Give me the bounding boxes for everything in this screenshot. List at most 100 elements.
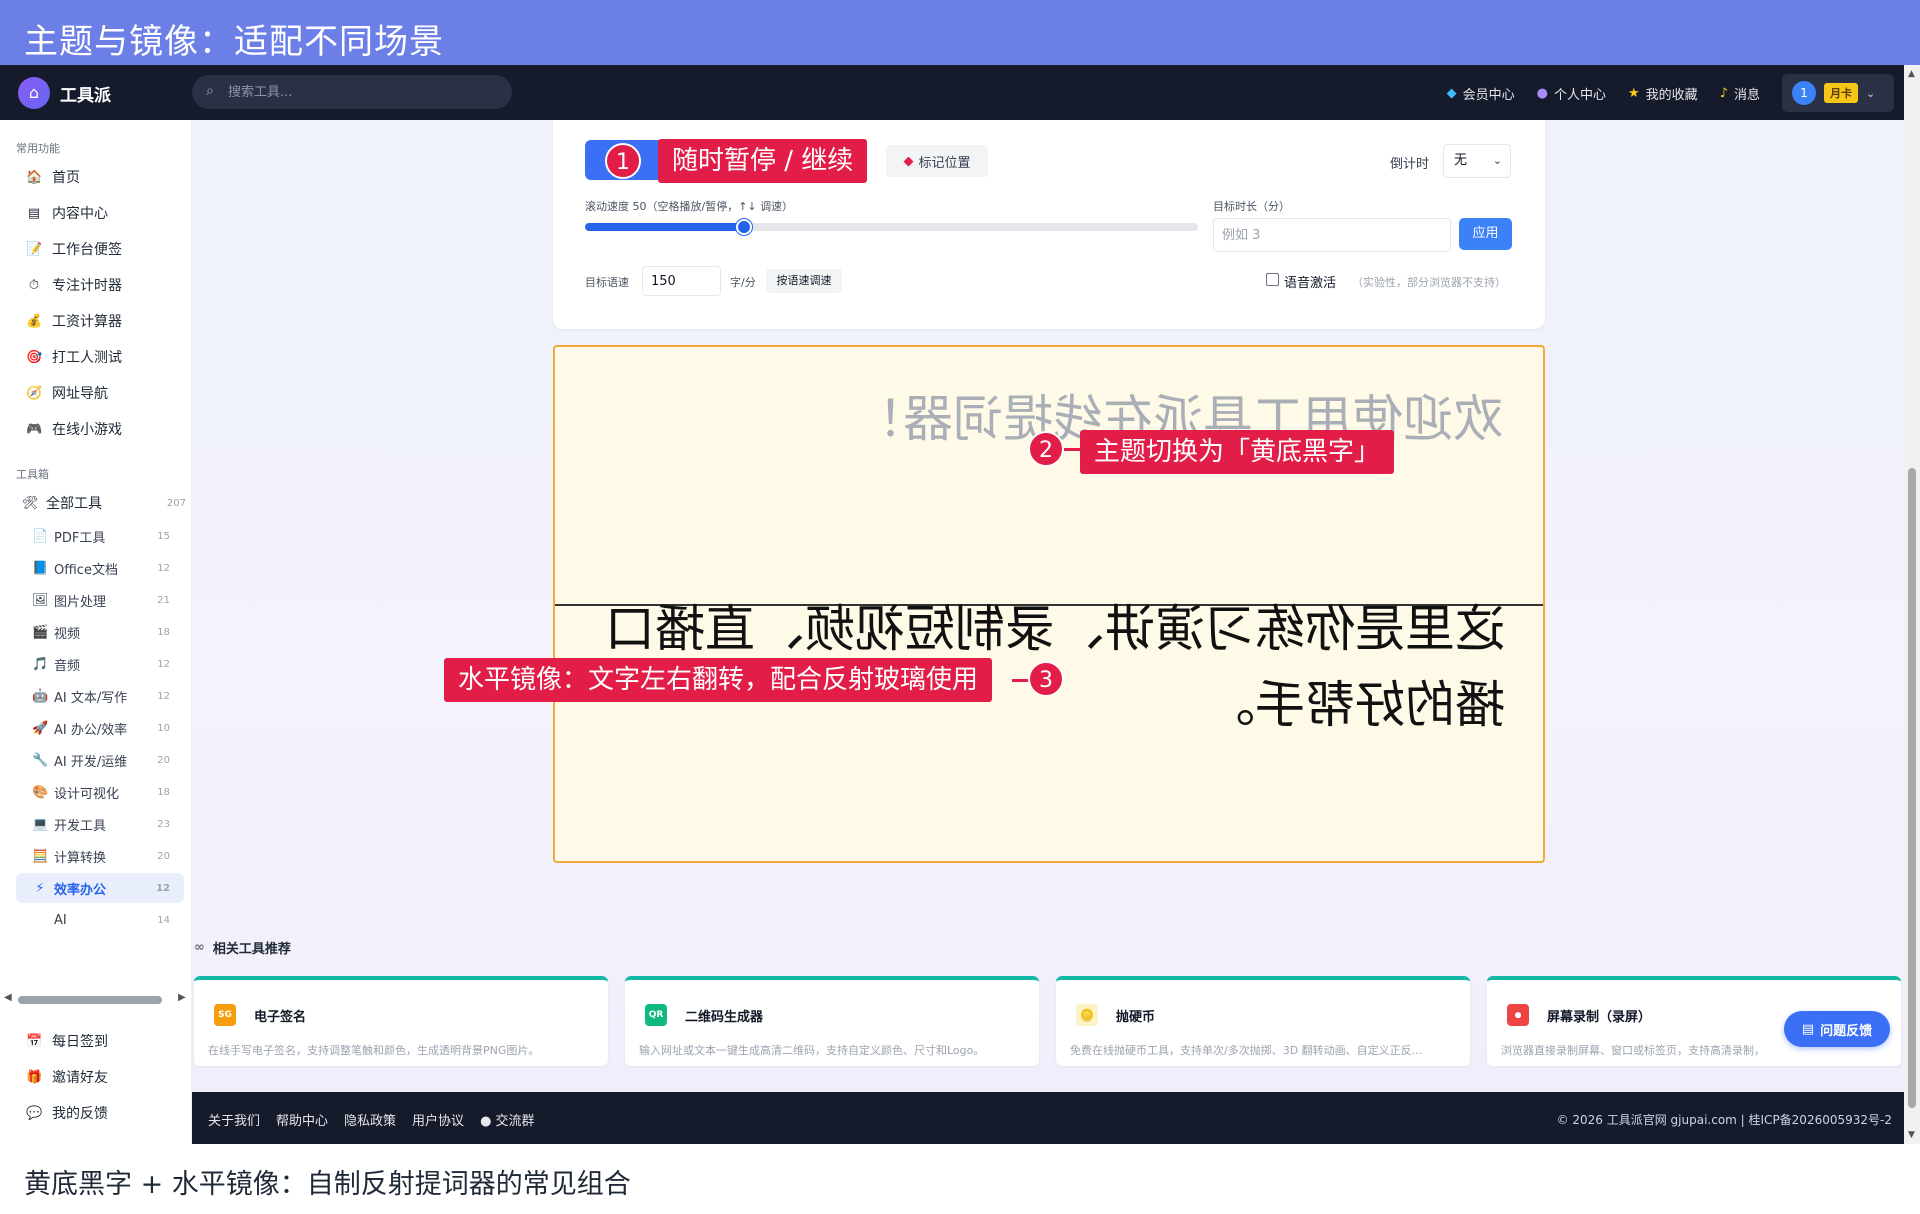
footer-link-group[interactable]: ● 交流群 [480,1110,535,1129]
rate-adjust-button[interactable]: 按语速调速 [766,269,842,293]
top-banner: 主题与镜像：适配不同场景 [0,0,1920,65]
footer-link-agreement[interactable]: 用户协议 [412,1110,464,1129]
sidebar-item-label: 视频 [54,626,81,642]
prompter-display[interactable]: 欢迎使用工具派在线提词器！ 这里是你练习演讲、录制短视频、直播口 播的好帮手。 [553,345,1545,863]
nav-messages[interactable]: ♪ 消息 [1720,84,1760,103]
sidebar-item-ai-writing[interactable]: 🤖 AI 文本/写作 12 [16,681,184,711]
feedback-button[interactable]: ▤ 问题反馈 [1784,1011,1890,1047]
card-title: 电子签名 [254,1010,307,1025]
callout-badge: 2 [1028,431,1064,467]
rate-input[interactable] [642,266,721,296]
sidebar-item-notes[interactable]: 📝 工作台便签 [16,234,184,264]
tool-card-qrcode[interactable]: QR 二维码生成器 输入网址或文本一键生成高清二维码，支持自定义颜色、尺寸和Lo… [625,976,1039,1066]
sidebar-item-calc[interactable]: 🧮 计算转换 20 [16,841,184,871]
lightning-icon: ⚡ [35,880,45,896]
footer: 关于我们 帮助中心 隐私政策 用户协议 ● 交流群 © 2026 工具派官网 g… [192,1092,1904,1144]
sidebar-item-timer[interactable]: ⏱ 专注计时器 [16,270,184,300]
palette-icon: 🎨 [32,784,49,800]
note-icon: 📝 [26,241,43,257]
sidebar-item-feedback[interactable]: 💬 我的反馈 [16,1098,184,1128]
speed-slider[interactable] [585,219,1198,235]
feedback-doc-icon: ▤ [1801,1021,1815,1037]
rate-unit: 字/分 [730,276,756,289]
footer-copyright: © 2026 工具派官网 gjupai.com | 桂ICP备202600593… [1556,1113,1892,1127]
sidebar-item-label: 工作台便签 [52,242,122,258]
sidebar-item-worker-test[interactable]: 🎯 打工人测试 [16,342,184,372]
card-title: 二维码生成器 [685,1010,764,1025]
footer-link-privacy[interactable]: 隐私政策 [344,1110,396,1129]
sidebar-item-home[interactable]: 🏠 首页 [16,162,184,192]
sidebar-item-salary[interactable]: 💰 工资计算器 [16,306,184,336]
robot-icon: 🤖 [32,688,49,704]
sidebar-item-ai-office[interactable]: 🚀 AI 办公/效率 10 [16,713,184,743]
coin-icon: 🪙 [1076,1004,1098,1026]
sidebar-item-label: 每日签到 [52,1034,108,1050]
sidebar-item-url-nav[interactable]: 🧭 网址导航 [16,378,184,408]
sidebar-item-label: AI 办公/效率 [54,722,128,738]
countdown-label: 倒计时 [1390,157,1430,172]
tool-card-signature[interactable]: SG 电子签名 在线手写电子签名，支持调整笔触和颜色，生成透明背景PNG图片。 [194,976,608,1066]
rocket-icon: 🚀 [32,720,49,736]
sidebar-item-checkin[interactable]: 📅 每日签到 [16,1026,184,1056]
scroll-right-icon[interactable]: ▶ [178,992,186,1003]
tool-card-coin-flip[interactable]: 🪙 抛硬币 免费在线抛硬币工具，支持单次/多次抛掷、3D 翻转动画、自定义正反.… [1056,976,1470,1066]
footer-link-help[interactable]: 帮助中心 [276,1110,328,1129]
apply-button[interactable]: 应用 [1459,218,1512,250]
logo-icon[interactable]: ⌂ [18,77,50,109]
nav-member-center[interactable]: ◆ 会员中心 [1447,84,1515,103]
sidebar-item-audio[interactable]: 🎵 音频 12 [16,649,184,679]
speed-slider-fill [585,223,745,231]
nav-personal-center[interactable]: ● 个人中心 [1537,84,1606,103]
countdown-select[interactable]: 无 ⌄ [1443,144,1511,178]
sidebar: 常用功能 🏠 首页 ▤ 内容中心 📝 工作台便签 ⏱ 专注计时器 💰 工资计算器 🎯 打工人… [0,120,192,1144]
page-scrollbar[interactable]: ▲ ▼ [1904,65,1920,1144]
sidebar-item-games[interactable]: 🎮 在线小游戏 [16,414,184,444]
sidebar-item-office[interactable]: 📘 Office文档 12 [16,553,184,583]
scrollbar-thumb[interactable] [1908,468,1916,1108]
sidebar-item-label: 效率办公 [54,882,107,898]
sidebar-item-dev-tools[interactable]: 💻 开发工具 23 [16,809,184,839]
sidebar-scrollbar[interactable]: ◀ ▶ [0,992,192,1006]
music-note-icon: 🎵 [32,656,49,672]
tool-count: 12 [157,562,170,574]
sidebar-item-label: Office文档 [54,562,118,578]
user-menu[interactable]: 1 月卡 ⌄ [1782,74,1894,112]
scroll-down-icon[interactable]: ▼ [1908,1130,1915,1140]
tool-count: 15 [157,530,170,542]
nav-label: 我的收藏 [1645,87,1698,103]
sidebar-item-video[interactable]: 🎬 视频 18 [16,617,184,647]
sidebar-item-label: PDF工具 [54,530,106,546]
sidebar-item-all-tools[interactable]: 🛠 全部工具 207 [16,488,192,518]
footer-links: 关于我们 帮助中心 隐私政策 用户协议 ● 交流群 [208,1110,535,1129]
image-icon: 🖼 [32,592,49,608]
sidebar-item-pdf[interactable]: 📄 PDF工具 15 [16,521,184,551]
sidebar-item-label: AI [54,912,67,928]
speed-label: 滚动速度 50（空格播放/暂停，↑↓ 调速） [585,200,794,213]
nav-favorites[interactable]: ★ 我的收藏 [1628,84,1698,103]
voice-activation-checkbox[interactable] [1266,273,1279,286]
search-icon: ⌕ [206,83,214,99]
mark-position-button[interactable]: ◆ 标记位置 [886,145,988,177]
sidebar-item-content[interactable]: ▤ 内容中心 [16,198,184,228]
sidebar-item-design[interactable]: 🎨 设计可视化 18 [16,777,184,807]
footer-link-about[interactable]: 关于我们 [208,1110,260,1129]
tool-count: 12 [157,658,170,670]
scroll-left-icon[interactable]: ◀ [4,992,12,1003]
footer-link-label: 交流群 [495,1114,535,1129]
search-input[interactable] [228,82,498,102]
voice-activation-label[interactable]: 语音激活 [1284,272,1336,291]
scrollbar-thumb[interactable] [18,996,162,1004]
search-box[interactable]: ⌕ [192,75,512,109]
sidebar-item-efficiency[interactable]: ⚡ 效率办公 12 [16,873,184,903]
sidebar-item-ai-dev[interactable]: 🔧 AI 开发/运维 20 [16,745,184,775]
scroll-up-icon[interactable]: ▲ [1908,69,1915,79]
duration-input[interactable] [1213,218,1451,252]
tag-icon: ◆ [903,153,914,169]
callout-connector [1061,448,1081,451]
sidebar-item-ai[interactable]: AI 14 [16,905,184,935]
sidebar-item-invite[interactable]: 🎁 邀请好友 [16,1062,184,1092]
logo-text[interactable]: 工具派 [60,81,111,106]
sidebar-item-image[interactable]: 🖼 图片处理 21 [16,585,184,615]
person-icon: ● [1536,85,1548,101]
home-icon: 🏠 [26,169,43,185]
